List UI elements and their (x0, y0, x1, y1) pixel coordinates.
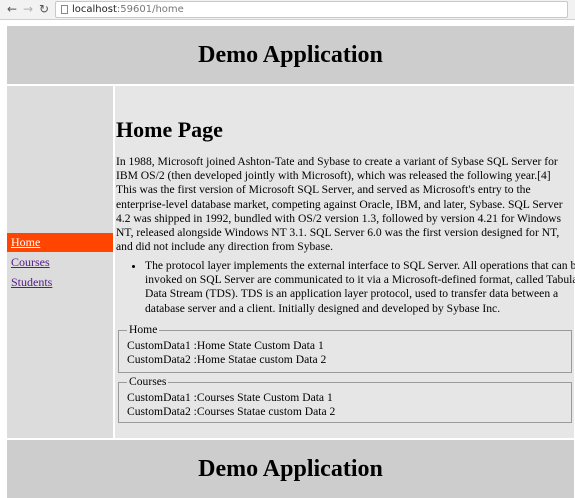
sidebar-item-students[interactable]: Students (7, 273, 113, 292)
main-content: Home Page In 1988, Microsoft joined Asht… (115, 86, 575, 438)
courses-custom-data-2: CustomData2 :Courses Statae custom Data … (127, 405, 336, 419)
home-fieldset: Home CustomData1 :Home State Custom Data… (118, 323, 572, 373)
list-item: The protocol layer implements the extern… (145, 259, 575, 316)
site-footer: Demo Application (7, 440, 574, 498)
reload-icon[interactable]: ↻ (37, 1, 51, 17)
nav-link-home[interactable]: Home (11, 235, 40, 249)
footer-title: Demo Application (198, 456, 383, 482)
browser-toolbar: ← → ↻ localhost:59601/home (0, 0, 575, 20)
sidebar-item-home[interactable]: Home (7, 233, 113, 252)
home-custom-data-2: CustomData2 :Home Statae custom Data 2 (127, 353, 327, 367)
page-title: Home Page (116, 117, 223, 142)
header-title: Demo Application (198, 42, 383, 68)
address-bar[interactable]: localhost:59601/home (55, 1, 568, 18)
intro-paragraph: In 1988, Microsoft joined Ashton-Tate an… (116, 155, 563, 254)
page-icon (61, 5, 68, 14)
home-fieldset-legend: Home (129, 323, 158, 336)
address-url: localhost:59601/home (72, 4, 184, 15)
back-arrow-icon[interactable]: ← (5, 1, 19, 17)
sidebar-item-courses[interactable]: Courses (7, 253, 113, 272)
sidebar-nav: Home Courses Students (7, 86, 113, 438)
nav-link-students[interactable]: Students (11, 275, 52, 289)
courses-custom-data-1: CustomData1 :Courses State Custom Data 1 (127, 391, 333, 405)
courses-fieldset-legend: Courses (129, 375, 167, 388)
bullet-list: The protocol layer implements the extern… (129, 259, 575, 316)
site-header: Demo Application (7, 26, 574, 84)
courses-fieldset: Courses CustomData1 :Courses State Custo… (118, 375, 572, 423)
nav-link-courses[interactable]: Courses (11, 255, 50, 269)
home-custom-data-1: CustomData1 :Home State Custom Data 1 (127, 339, 324, 353)
forward-arrow-icon[interactable]: → (21, 1, 35, 17)
